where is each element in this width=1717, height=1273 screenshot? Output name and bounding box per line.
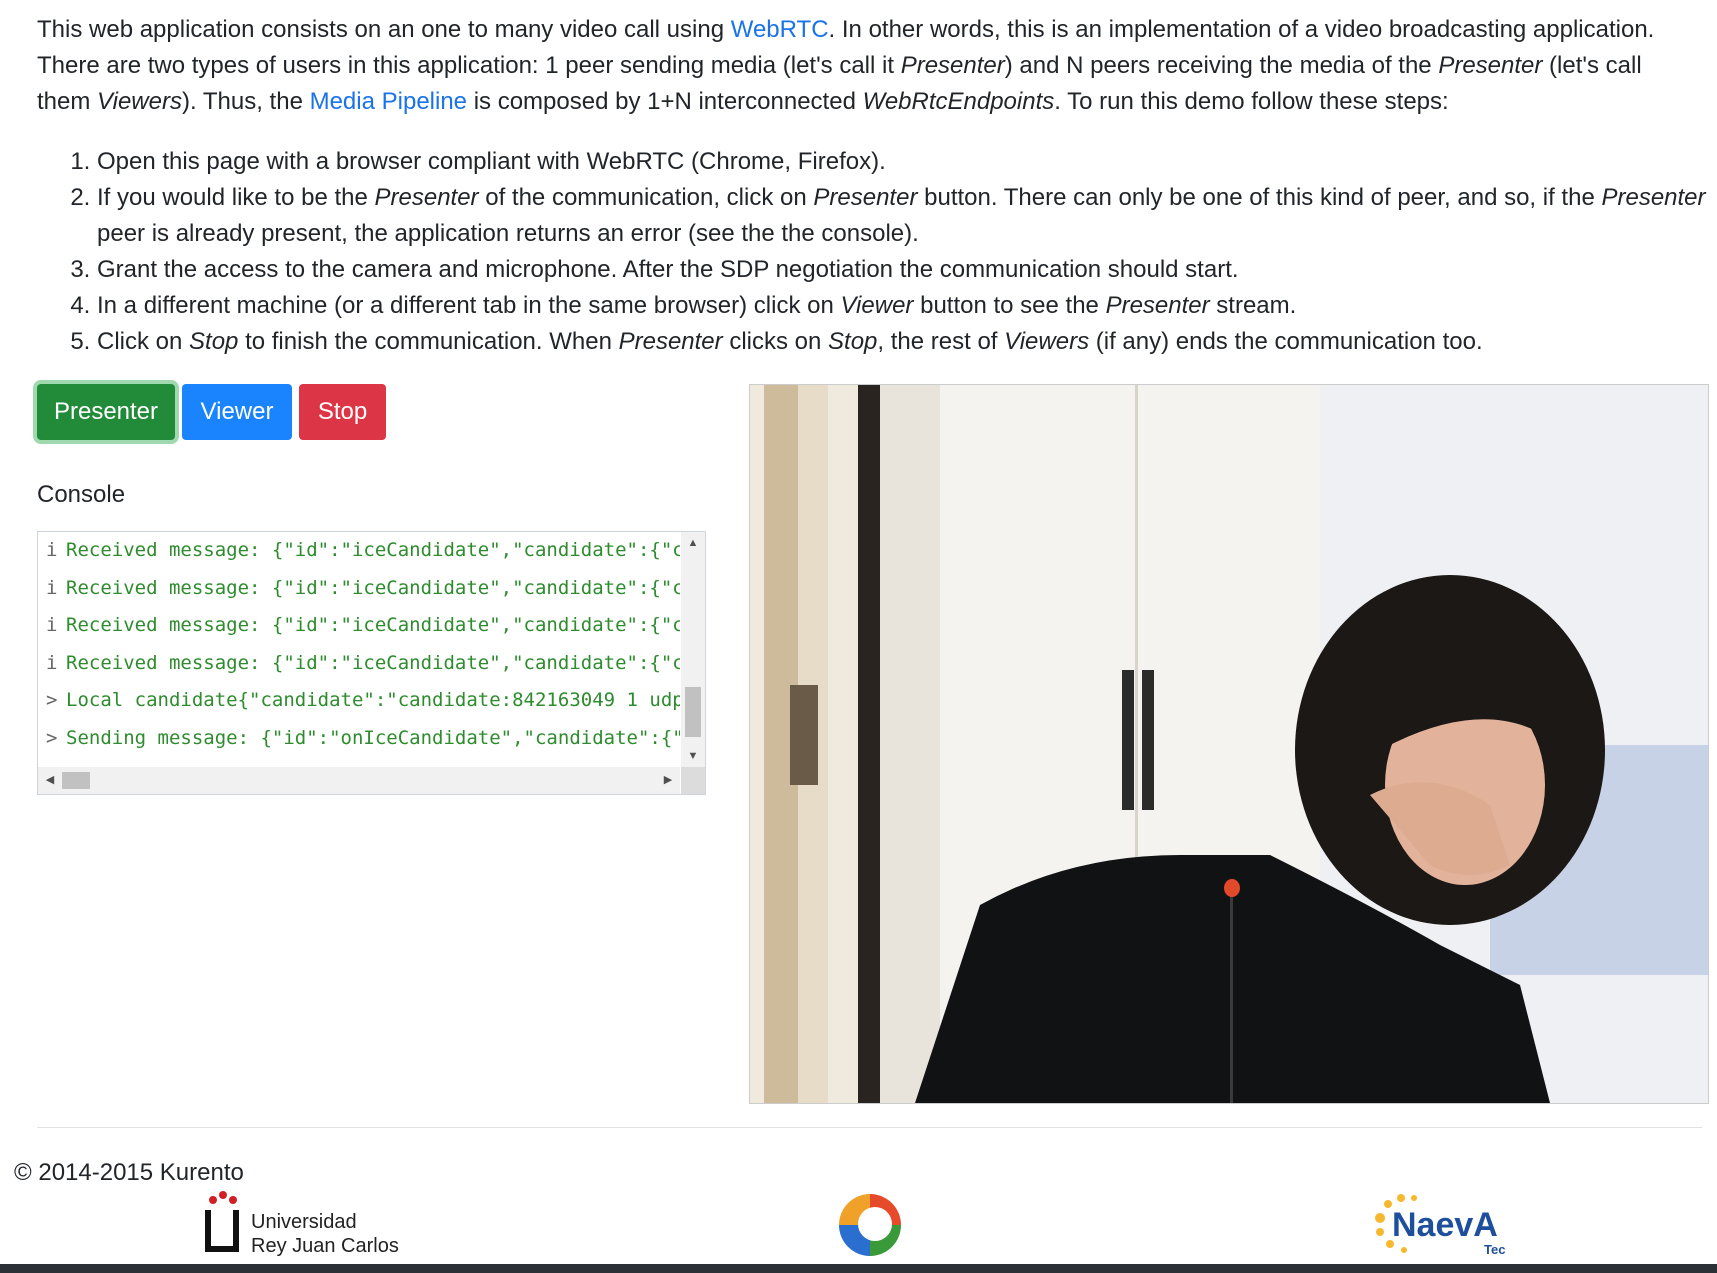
svg-text:Tec: Tec	[1484, 1242, 1505, 1257]
info-icon: i	[46, 651, 58, 674]
console-horizontal-scrollbar[interactable]: ◀ ▶	[38, 767, 680, 794]
svg-text:Universidad: Universidad	[251, 1211, 357, 1233]
scroll-up-arrow-icon[interactable]: ▲	[681, 534, 705, 552]
console-log: i Received message: {"id":"iceCandidate",…	[38, 532, 680, 767]
step-item: In a different machine (or a different t…	[97, 288, 1717, 324]
webcam-frame-image	[750, 385, 1708, 1103]
console-line: i Received message: {"id":"iceCandidate",…	[38, 532, 680, 570]
urjc-logo-image: Universidad Rey Juan Carlos	[205, 1191, 399, 1257]
svg-text:NaevA: NaevA	[1392, 1206, 1498, 1244]
vertical-scroll-thumb[interactable]	[685, 687, 701, 737]
console-panel[interactable]: i Received message: {"id":"iceCandidate",…	[37, 531, 706, 795]
presenter-button[interactable]: Presenter	[37, 384, 175, 440]
intro-paragraph: This web application consists on an one …	[37, 16, 1655, 115]
naeva-logo-image: NaevA Tec	[1375, 1194, 1505, 1257]
kurento-logo[interactable]	[835, 1192, 905, 1258]
media-pipeline-link[interactable]: Media Pipeline	[310, 88, 467, 115]
step-item: Open this page with a browser compliant …	[97, 144, 1717, 180]
prompt-icon: >	[46, 726, 58, 749]
naeva-logo[interactable]: NaevA Tec	[1368, 1188, 1520, 1258]
info-icon: i	[46, 576, 58, 599]
step-item: Grant the access to the camera and micro…	[97, 252, 1717, 288]
info-icon: i	[46, 614, 58, 636]
footer-divider	[37, 1127, 1702, 1128]
scroll-down-arrow-icon[interactable]: ▼	[681, 747, 705, 765]
info-icon: i	[46, 539, 58, 561]
horizontal-scroll-thumb[interactable]	[62, 772, 90, 789]
svg-text:Rey Juan Carlos: Rey Juan Carlos	[251, 1235, 399, 1257]
console-line: > Sending message: {"id":"onIceCandidate"…	[38, 720, 680, 758]
step-item: If you would like to be the Presenter of…	[97, 180, 1717, 252]
console-label: Console	[37, 481, 126, 508]
urjc-logo[interactable]: Universidad Rey Juan Carlos	[203, 1188, 403, 1258]
step-item: Click on Stop to finish the communicatio…	[97, 324, 1717, 360]
steps-list: Open this page with a browser compliant …	[60, 144, 1717, 360]
bottom-bar	[0, 1264, 1717, 1273]
video-stream[interactable]	[749, 384, 1709, 1104]
console-line: i Received message: {"id":"iceCandidate",…	[38, 570, 680, 608]
scroll-left-arrow-icon[interactable]: ◀	[40, 767, 60, 794]
copyright-text: © 2014-2015 Kurento	[14, 1159, 244, 1186]
scrollbar-corner	[681, 767, 705, 794]
viewer-button[interactable]: Viewer	[182, 384, 292, 440]
console-line: i Received message: {"id":"iceCandidate",…	[38, 645, 680, 683]
webrtc-link[interactable]: WebRTC	[731, 16, 829, 43]
scroll-right-arrow-icon[interactable]: ▶	[658, 767, 678, 794]
kurento-logo-image	[839, 1194, 901, 1256]
stop-button[interactable]: Stop	[299, 384, 386, 440]
console-line: > Local candidate{"candidate":"candidate:…	[38, 682, 680, 720]
console-line: i Received message: {"id":"iceCandidate",…	[38, 607, 680, 645]
prompt-icon: >	[46, 689, 58, 711]
console-vertical-scrollbar[interactable]: ▲ ▼	[681, 532, 705, 767]
